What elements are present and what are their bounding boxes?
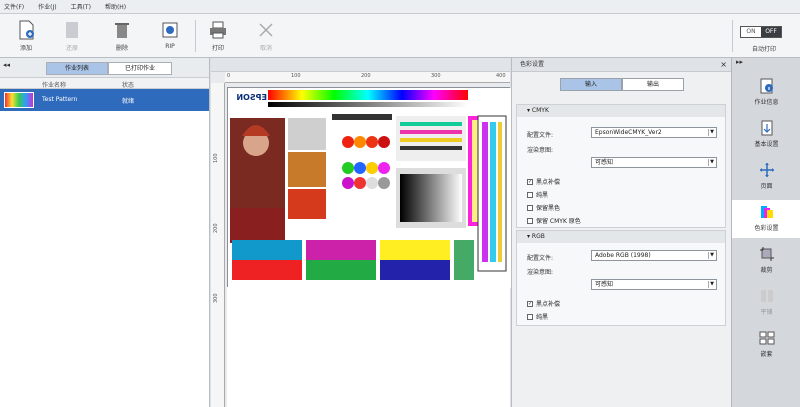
cmyk-preserve-black-checkbox[interactable]: 保留黑色 bbox=[527, 203, 560, 212]
menu-tools[interactable]: 工具(T) bbox=[71, 2, 91, 11]
cancel-button[interactable]: 取消 bbox=[246, 17, 286, 55]
job-name: Test Pattern bbox=[42, 96, 78, 103]
menu-job[interactable]: 作业(J) bbox=[38, 2, 56, 11]
color-settings-panel: 色彩设置 × 输入 输出 ▾ CMYK 配置文件: EpsonWideCMYK_… bbox=[511, 58, 731, 407]
toggle-on-label: ON bbox=[741, 27, 761, 37]
checkbox-icon bbox=[527, 217, 533, 224]
table-row[interactable]: Test Pattern 就绪 bbox=[0, 89, 209, 111]
rgb-intent-label: 渲染意图: bbox=[527, 269, 554, 276]
job-list-tabs: ◂◂ 作业列表 已打印作业 bbox=[0, 58, 209, 78]
preview-header bbox=[211, 58, 510, 72]
tab-printed-jobs[interactable]: 已打印作业 bbox=[108, 62, 172, 75]
layout-icon bbox=[759, 162, 775, 178]
color-settings-title: 色彩设置 × bbox=[512, 58, 731, 72]
tab-input[interactable]: 输入 bbox=[560, 78, 622, 91]
chevron-down-icon: ▼ bbox=[708, 129, 715, 136]
checkbox-icon bbox=[527, 204, 533, 211]
auto-print-toggle[interactable]: ON OFF bbox=[740, 26, 782, 38]
auto-print-label: 自动打印 bbox=[751, 46, 776, 53]
sidebar-item-tile[interactable]: 平铺 bbox=[732, 284, 800, 322]
col-status[interactable]: 状态 bbox=[122, 80, 134, 89]
printer-icon bbox=[207, 19, 229, 41]
delete-button[interactable]: 删除 bbox=[102, 17, 142, 55]
color-settings-icon bbox=[759, 204, 775, 220]
cmyk-profile-label: 配置文件: bbox=[527, 132, 554, 139]
tab-output[interactable]: 输出 bbox=[622, 78, 684, 91]
menu-file[interactable]: 文件(F) bbox=[4, 2, 24, 11]
cmyk-profile-select[interactable]: EpsonWideCMYK_Ver2 ▼ bbox=[591, 127, 717, 138]
cmyk-black-point-checkbox[interactable]: ✓ 黑点补偿 bbox=[527, 177, 560, 186]
job-status: 就绪 bbox=[122, 98, 135, 105]
checkbox-icon bbox=[527, 313, 533, 320]
checkbox-checked-icon: ✓ bbox=[527, 300, 533, 307]
add-file-icon bbox=[15, 19, 37, 41]
cmyk-pure-black-checkbox[interactable]: 纯黑 bbox=[527, 190, 548, 199]
horizontal-ruler: 0 100 200 300 400 bbox=[225, 72, 510, 83]
close-icon[interactable]: × bbox=[720, 58, 727, 71]
basic-settings-icon bbox=[759, 120, 775, 136]
rgb-pure-black-checkbox[interactable]: 纯黑 bbox=[527, 312, 548, 321]
settings-sidebar: ▸▸ 作业信息 基本设置 页面 色彩设置 裁剪 平铺 嵌套 bbox=[731, 58, 800, 407]
tile-icon bbox=[759, 288, 775, 304]
toolbar-separator bbox=[732, 20, 733, 52]
rgb-black-point-checkbox[interactable]: ✓ 黑点补偿 bbox=[527, 299, 560, 308]
job-list-header: 作业名称 状态 bbox=[0, 78, 209, 89]
cmyk-intent-select[interactable]: 可感知 ▼ bbox=[591, 157, 717, 168]
print-preview-sheet[interactable]: EPSON bbox=[227, 87, 511, 288]
cmyk-section: ▾ CMYK 配置文件: EpsonWideCMYK_Ver2 ▼ 渲染意图: … bbox=[516, 104, 726, 228]
job-thumbnail bbox=[4, 92, 34, 108]
print-button[interactable]: 打印 bbox=[198, 17, 238, 55]
cmyk-intent-label: 渲染意图: bbox=[527, 147, 554, 154]
col-job-name[interactable]: 作业名称 bbox=[42, 80, 66, 89]
svg-text:EPSON: EPSON bbox=[236, 93, 267, 102]
preview-canvas[interactable] bbox=[227, 287, 510, 407]
checkbox-checked-icon: ✓ bbox=[527, 178, 533, 185]
sidebar-item-basic-settings[interactable]: 基本设置 bbox=[732, 116, 800, 154]
cmyk-preserve-primaries-checkbox[interactable]: 保留 CMYK 原色 bbox=[527, 216, 581, 225]
sidebar-item-layout[interactable]: 页面 bbox=[732, 158, 800, 196]
tab-job-list[interactable]: 作业列表 bbox=[46, 62, 108, 75]
chevron-down-icon: ▼ bbox=[708, 252, 715, 259]
trash-icon bbox=[111, 19, 133, 41]
restore-icon bbox=[61, 19, 83, 41]
rgb-section: ▾ RGB 配置文件: Adobe RGB (1998) ▼ 渲染意图: 可感知… bbox=[516, 230, 726, 326]
cmyk-section-header[interactable]: ▾ CMYK bbox=[517, 105, 725, 117]
collapse-panel-icon[interactable]: ◂◂ bbox=[3, 61, 10, 69]
rgb-intent-select[interactable]: 可感知 ▼ bbox=[591, 279, 717, 290]
restore-button[interactable]: 还原 bbox=[52, 17, 92, 55]
test-pattern-image: EPSON bbox=[228, 88, 511, 288]
expand-sidebar-icon[interactable]: ▸▸ bbox=[732, 58, 800, 72]
info-icon bbox=[759, 78, 775, 94]
sidebar-item-nest[interactable]: 嵌套 bbox=[732, 326, 800, 364]
preview-panel: 0 100 200 300 400 100 200 300 EPSON bbox=[211, 58, 511, 407]
menu-bar: 文件(F) 作业(J) 工具(T) 帮助(H) bbox=[0, 0, 800, 14]
toolbar: 添加 还原 删除 RIP 打印 取消 ON OFF 自动打印 bbox=[0, 14, 800, 58]
close-icon bbox=[255, 19, 277, 41]
rgb-section-header[interactable]: ▾ RGB bbox=[517, 231, 725, 243]
toolbar-separator bbox=[195, 20, 196, 52]
chevron-down-icon: ▼ bbox=[708, 159, 715, 166]
menu-help[interactable]: 帮助(H) bbox=[105, 2, 126, 11]
rgb-profile-select[interactable]: Adobe RGB (1998) ▼ bbox=[591, 250, 717, 261]
job-list-panel: ◂◂ 作业列表 已打印作业 作业名称 状态 Test Pattern 就绪 bbox=[0, 58, 210, 407]
chevron-down-icon: ▼ bbox=[708, 281, 715, 288]
add-button[interactable]: 添加 bbox=[6, 17, 46, 55]
rip-button[interactable]: RIP bbox=[150, 17, 190, 55]
toggle-off-label: OFF bbox=[761, 27, 781, 37]
nest-icon bbox=[759, 330, 775, 346]
vertical-ruler: 100 200 300 bbox=[211, 83, 225, 407]
crop-icon bbox=[759, 246, 775, 262]
checkbox-icon bbox=[527, 191, 533, 198]
sidebar-item-crop[interactable]: 裁剪 bbox=[732, 242, 800, 280]
sidebar-item-color-settings[interactable]: 色彩设置 bbox=[732, 200, 800, 238]
sidebar-item-job-info[interactable]: 作业信息 bbox=[732, 74, 800, 112]
rip-icon bbox=[159, 19, 181, 41]
rgb-profile-label: 配置文件: bbox=[527, 255, 554, 262]
